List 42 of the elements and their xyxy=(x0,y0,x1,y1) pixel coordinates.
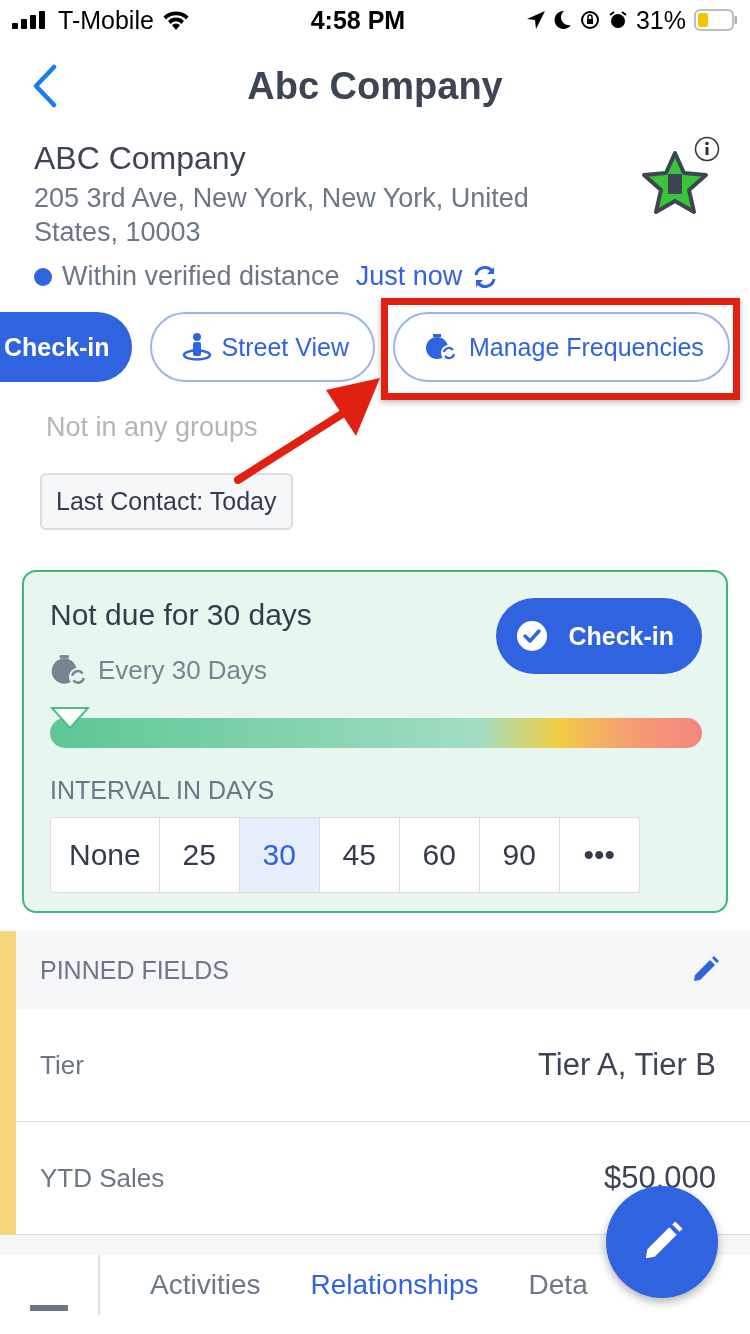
last-contact-tag: Last Contact: Today xyxy=(40,473,293,530)
street-view-button[interactable]: Street View xyxy=(149,312,375,382)
info-icon[interactable] xyxy=(694,136,720,162)
status-time: 4:58 PM xyxy=(310,5,406,35)
field-value: Tier A, Tier B xyxy=(538,1047,716,1083)
interval-option[interactable]: None xyxy=(50,817,160,893)
interval-option[interactable]: 45 xyxy=(319,817,400,893)
frequency-text: Every 30 Days xyxy=(98,654,268,686)
alarm-icon xyxy=(607,10,628,30)
battery-percent: 31% xyxy=(635,5,686,35)
company-address: 205 3rd Ave, New York, New York, United States, 10003 xyxy=(34,182,530,249)
check-in-button[interactable]: Check-in xyxy=(0,312,132,382)
check-in-button[interactable]: Check-in xyxy=(496,598,702,674)
section-title: PINNED FIELDS xyxy=(40,955,229,985)
person-pin-icon xyxy=(181,333,212,361)
field-label: Tier xyxy=(40,1049,84,1081)
interval-label: INTERVAL IN DAYS xyxy=(50,776,276,805)
interval-option[interactable]: 25 xyxy=(159,817,240,893)
moon-icon xyxy=(553,10,572,30)
company-name: ABC Company xyxy=(34,140,247,177)
field-value: $50,000 xyxy=(603,1160,716,1196)
groups-text: Not in any groups xyxy=(46,412,258,443)
interval-option[interactable]: ••• xyxy=(559,817,640,893)
carrier-name: T-Mobile xyxy=(58,5,154,35)
rotation-lock-icon xyxy=(579,10,600,30)
check-circle-icon xyxy=(516,620,549,652)
section-tab[interactable]: Deta xyxy=(478,1255,588,1301)
due-title: Not due for 30 days xyxy=(50,598,312,632)
section-tab[interactable]: Relationships xyxy=(260,1255,479,1301)
interval-option[interactable]: 90 xyxy=(479,817,560,893)
page-title: Abc Company xyxy=(247,64,503,108)
location-icon xyxy=(525,10,546,30)
location-time: Just now xyxy=(355,261,463,292)
location-status: Within verified distance xyxy=(62,261,340,292)
wifi-icon xyxy=(161,10,190,30)
manage-frequencies-button[interactable]: Manage Frequencies xyxy=(393,312,730,382)
section-tab[interactable]: Activities xyxy=(100,1255,261,1301)
status-dot-icon xyxy=(34,267,52,286)
battery-icon xyxy=(694,9,738,31)
field-label: YTD Sales xyxy=(40,1162,165,1194)
interval-option[interactable]: 60 xyxy=(399,817,480,893)
interval-option[interactable]: 30 xyxy=(239,817,320,893)
